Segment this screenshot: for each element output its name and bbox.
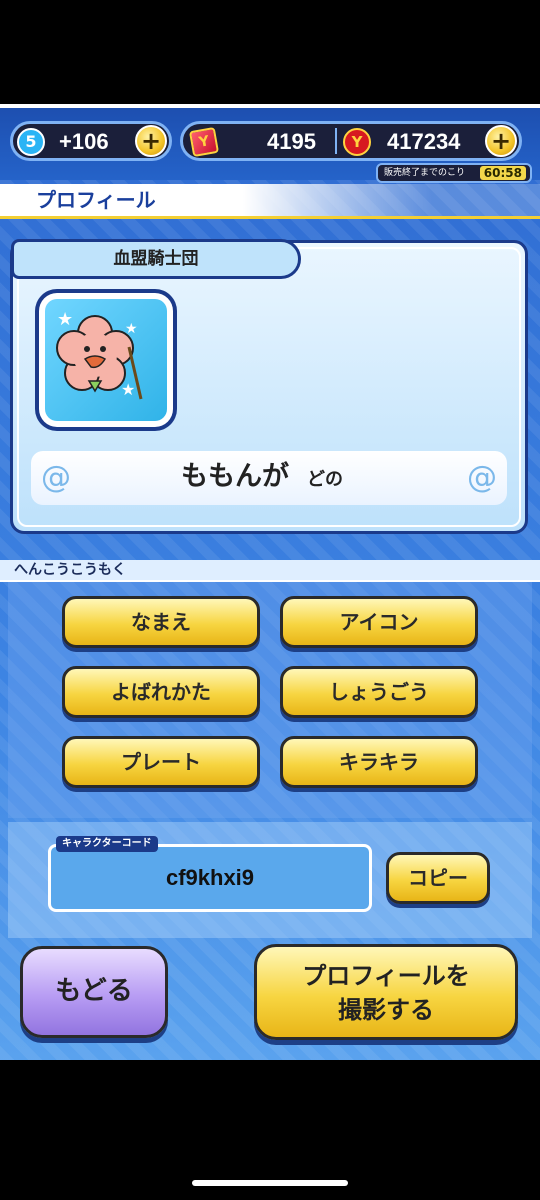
back-button[interactable]: もどる — [20, 946, 168, 1038]
guild-tab: 血盟騎士団 — [11, 239, 301, 279]
photo-button-label-line1: プロフィールを — [302, 962, 470, 990]
edit-section-label: へんこうこうもく — [14, 562, 126, 578]
add-currency-button[interactable]: + — [485, 125, 517, 157]
page-header: プロフィール — [0, 184, 540, 219]
take-profile-photo-button[interactable]: プロフィールを 撮影する — [254, 944, 518, 1040]
guild-name: 血盟騎士団 — [113, 249, 199, 269]
photo-button-label-line2: 撮影する — [338, 996, 434, 1024]
player-name: ももんが — [181, 461, 289, 492]
cherry-blossom-character-icon-svg: ★ ★ ★ — [56, 309, 143, 400]
gem-ticket-icon: Y — [188, 126, 220, 158]
currency-pill: Y 4195 Y 417234 + — [180, 121, 522, 161]
svg-text:★: ★ — [121, 380, 135, 399]
edit-section-header: へんこうこうもく — [0, 560, 540, 582]
avatar: ★ ★ ★ — [35, 289, 177, 431]
name-plate: @ ももんが どの @ — [31, 451, 507, 505]
level-badge: 5 — [17, 128, 45, 156]
edit-nickname-button[interactable]: よばれかた — [62, 666, 260, 718]
home-indicator[interactable] — [192, 1180, 348, 1186]
character-code-field: cf9khxi9 — [48, 844, 372, 912]
status-bar-area — [0, 0, 540, 104]
sale-timer: 販売終了までのこり 60:58 — [376, 163, 532, 183]
page-title: プロフィール — [36, 188, 156, 212]
bottom-safe-area — [0, 1060, 540, 1200]
stamina-pill: 5 +106 + — [10, 121, 172, 161]
coin-icon: Y — [343, 128, 371, 156]
copy-button[interactable]: コピー — [386, 852, 490, 904]
profile-card: 血盟騎士団 ★ ★ ★ @ ももんが どの @ — [10, 239, 528, 534]
resource-hud: 5 +106 + Y 4195 Y 417234 + 販売終了までのこり 60:… — [0, 108, 540, 183]
sale-countdown: 60:58 — [479, 166, 526, 180]
character-code-value: cf9khxi9 — [165, 865, 255, 890]
currency-divider — [335, 128, 337, 154]
add-stamina-button[interactable]: + — [135, 125, 167, 157]
name-suffix: どの — [307, 469, 343, 490]
edit-sparkle-button[interactable]: キラキラ — [280, 736, 478, 788]
edit-name-button[interactable]: なまえ — [62, 596, 260, 648]
svg-text:★: ★ — [57, 309, 73, 330]
game-screen: 5 +106 + Y 4195 Y 417234 + 販売終了までのこり 60:… — [0, 108, 540, 1060]
edit-icon-button[interactable]: アイコン — [280, 596, 478, 648]
swirl-left-icon: @ — [41, 460, 71, 495]
coin-count: 417234 — [387, 129, 461, 154]
edit-plate-button[interactable]: プレート — [62, 736, 260, 788]
avatar-box: ★ ★ ★ — [39, 293, 173, 427]
swirl-right-icon: @ — [467, 460, 497, 495]
gem-count: 4195 — [267, 129, 316, 154]
stamina-count: +106 — [59, 129, 109, 154]
sale-label: 販売終了までのこり — [384, 168, 466, 178]
edit-title-button[interactable]: しょうごう — [280, 666, 478, 718]
character-code-label: キャラクターコード — [56, 836, 158, 852]
cherry-blossom-character-icon: ★ ★ ★ — [45, 299, 167, 421]
